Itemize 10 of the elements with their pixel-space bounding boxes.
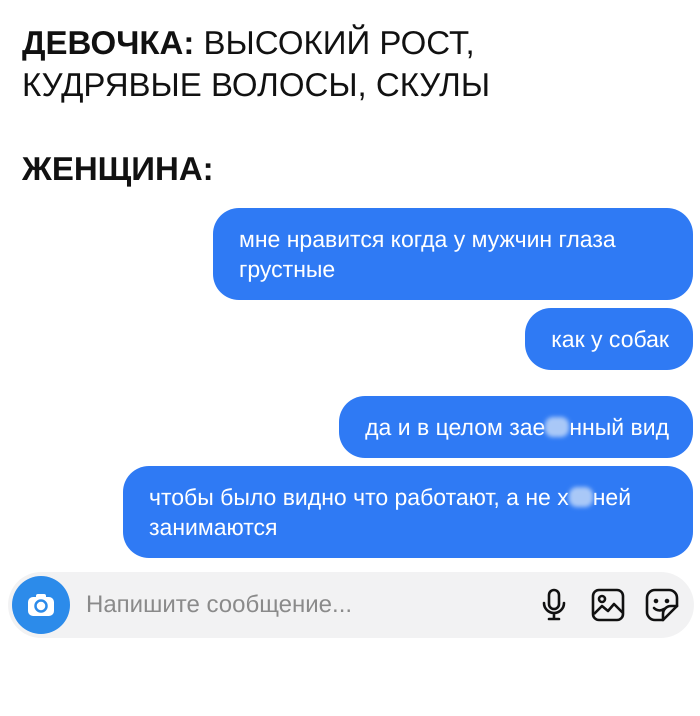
message-bubble: да и в целом зае нный вид (339, 396, 693, 458)
message-field[interactable]: Напишите сообщение... (8, 572, 694, 638)
message-bubble: мне нравится когда у мужчин глаза грустные (213, 208, 693, 300)
message-bubble: как у собак (525, 308, 693, 370)
message-bubble: чтобы было видно что работают, а не х ней занимаются (123, 466, 693, 558)
camera-icon (26, 592, 56, 618)
caption-text: ДЕВОЧКА: ВЫСОКИЙ РОСТ, КУДРЯВЫЕ ВОЛОСЫ, СКУЛЫ (22, 24, 490, 103)
caption-text: ЖЕНЩИНА: (22, 150, 214, 187)
camera-button[interactable] (12, 576, 70, 634)
message-input[interactable]: Напишите сообщение... (84, 590, 520, 620)
